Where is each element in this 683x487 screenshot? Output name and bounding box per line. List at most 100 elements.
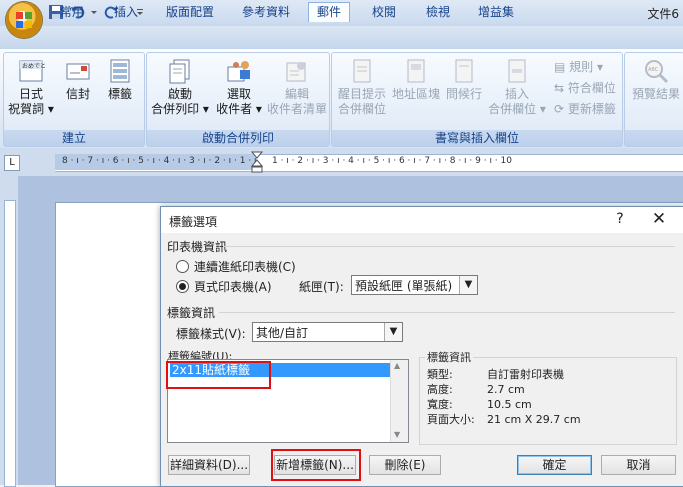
preview-results-button[interactable]: ABC 預覽結果 <box>629 57 683 102</box>
info-height-value: 2.7 cm <box>487 383 525 396</box>
group-start-mail-merge-label: 啟動合併列印 <box>147 130 329 146</box>
labels-label: 標籤 <box>107 87 132 101</box>
chevron-down-icon: ▼ <box>459 276 477 294</box>
tray-label: 紙匣(T): <box>299 280 344 294</box>
info-type-value: 自訂雷射印表機 <box>487 368 564 381</box>
highlight-merge-fields-label-2: 合併欄位 <box>337 102 386 116</box>
edit-recipient-list-label-1: 編輯 <box>284 87 309 101</box>
address-block-label: 地址區塊 <box>391 87 440 101</box>
details-button[interactable]: 詳細資料(D)... <box>168 455 250 475</box>
start-mail-merge-label-2: 合併列印 ▾ <box>151 102 209 116</box>
address-block-button[interactable]: 地址區塊 <box>390 57 442 102</box>
help-button[interactable]: ? <box>610 211 630 227</box>
tab-mailings[interactable]: 郵件 <box>308 2 351 22</box>
group-create-label: 建立 <box>4 130 144 146</box>
highlight-new-label <box>271 449 361 481</box>
label-vendor-label: 標籤樣式(V): <box>176 327 246 341</box>
vertical-ruler-track <box>4 200 16 487</box>
continuous-feed-label: 連續進紙印表機(C) <box>194 260 296 274</box>
insert-merge-field-label-2: 合併欄位 ▾ <box>488 102 546 116</box>
match-fields-button[interactable]: ⇆ 符合欄位 <box>554 80 616 96</box>
info-width-key: 寬度: <box>427 398 453 411</box>
edit-recipient-list-icon <box>286 62 306 82</box>
page-printer-radio[interactable] <box>176 280 189 293</box>
document-title: 文件6 <box>647 7 679 21</box>
update-labels-button[interactable]: ⟳ 更新標籤 <box>554 101 616 117</box>
rules-icon: ▤ <box>554 60 570 74</box>
labels-icon <box>110 59 130 83</box>
tray-select-value: 預設紙匣 (單張紙) <box>355 279 453 293</box>
dialog-title: 標籤選項 <box>169 215 218 229</box>
highlight-merge-fields-label-1: 醒目提示 <box>337 87 386 101</box>
japanese-greeting-label-1: 日式 <box>18 87 43 101</box>
envelopes-button[interactable]: 信封 <box>58 57 98 102</box>
svg-text:おめでとう: おめでとう <box>22 63 45 70</box>
labels-button[interactable]: 標籤 <box>100 57 140 102</box>
tab-page-layout[interactable]: 版面配置 <box>158 3 222 22</box>
group-create: おめでとう 日式 祝賀詞 ▾ 信封 標籤 建立 <box>3 52 145 147</box>
office-button[interactable] <box>6 2 42 38</box>
insert-merge-field-button[interactable]: 插入 合併欄位 ▾ <box>486 57 548 117</box>
preview-results-label: 預覽結果 <box>631 87 680 101</box>
greeting-line-button[interactable]: 問候行 <box>442 57 486 102</box>
select-recipients-label-1: 選取 <box>226 87 251 101</box>
insert-merge-field-label-1: 插入 <box>504 87 529 101</box>
group-preview-results-label <box>625 130 683 146</box>
tray-select[interactable]: 預設紙匣 (單張紙) ▼ <box>351 275 478 295</box>
start-mail-merge-button[interactable]: 啟動 合併列印 ▾ <box>151 57 209 117</box>
highlight-merge-fields-icon <box>353 59 371 83</box>
tab-home[interactable]: 常用 <box>52 3 92 22</box>
info-width-value: 10.5 cm <box>487 398 532 411</box>
chevron-down-icon: ▼ <box>384 323 402 341</box>
greeting-card-icon: おめでとう <box>19 60 45 82</box>
rules-button[interactable]: ▤ 規則 ▾ <box>554 59 603 75</box>
label-vendor-select[interactable]: 其他/自訂 ▼ <box>252 322 403 342</box>
ok-button[interactable]: 確定 <box>517 455 592 475</box>
edit-recipient-list-label-2: 收件者清單 <box>267 102 328 116</box>
select-recipients-button[interactable]: 選取 收件者 ▾ <box>211 57 267 117</box>
group-write-insert-fields: 醒目提示 合併欄位 地址區塊 問候行 插入 合併欄位 ▾ ▤ 規則 ▾ ⇆ 符合… <box>331 52 623 147</box>
cancel-button[interactable]: 取消 <box>601 455 676 475</box>
scroll-down-icon[interactable]: ▼ <box>394 430 400 439</box>
highlight-product-number <box>166 361 271 389</box>
printer-info-divider <box>223 246 675 247</box>
tab-view[interactable]: 檢視 <box>418 3 458 22</box>
label-options-dialog: 標籤選項 ? ✕ 印表機資訊 連續進紙印表機(C) 頁式印表機(A) 紙匣(T)… <box>160 206 683 487</box>
indent-marker-icon[interactable] <box>251 151 263 173</box>
envelope-icon <box>66 63 90 80</box>
edit-recipient-list-button[interactable]: 編輯 收件者清單 <box>267 57 327 117</box>
start-mail-merge-icon <box>169 59 190 84</box>
envelopes-label: 信封 <box>65 87 90 101</box>
ruler-right-numbers: 1 · ı · 2 · ı · 3 · ı · 4 · ı · 5 · ı · … <box>272 156 512 166</box>
page-printer-label: 頁式印表機(A) <box>194 280 272 294</box>
preview-results-icon: ABC <box>645 60 669 84</box>
list-scrollbar[interactable]: ▲ ▼ <box>390 360 408 442</box>
select-recipients-label-2: 收件者 ▾ <box>216 102 262 116</box>
label-info-divider <box>219 312 675 313</box>
tab-references[interactable]: 參考資料 <box>234 3 298 22</box>
greeting-line-icon <box>455 59 473 83</box>
insert-merge-field-icon <box>508 59 526 83</box>
tab-addins[interactable]: 增益集 <box>470 3 522 22</box>
japanese-greeting-label-2: 祝賀詞 ▾ <box>8 102 54 116</box>
greeting-line-label: 問候行 <box>445 87 482 101</box>
highlight-merge-fields-button[interactable]: 醒目提示 合併欄位 <box>336 57 388 117</box>
continuous-feed-radio[interactable] <box>176 260 189 273</box>
info-height-key: 高度: <box>427 383 453 396</box>
dialog-title-bar[interactable] <box>161 207 683 233</box>
group-preview-results: ABC 預覽結果 <box>624 52 683 147</box>
tab-review[interactable]: 校閱 <box>364 3 404 22</box>
delete-button[interactable]: 刪除(E) <box>369 455 441 475</box>
tab-stop-selector[interactable]: L <box>4 155 20 171</box>
start-mail-merge-label-1: 啟動 <box>167 87 192 101</box>
info-page-size-value: 21 cm X 29.7 cm <box>487 413 581 426</box>
close-button[interactable]: ✕ <box>647 209 671 229</box>
tab-insert[interactable]: 插入 <box>106 3 146 22</box>
group-start-mail-merge: 啟動 合併列印 ▾ 選取 收件者 ▾ 編輯 收件者清單 啟動合併列印 <box>146 52 330 147</box>
scroll-up-icon[interactable]: ▲ <box>394 361 400 370</box>
address-block-icon <box>407 59 425 83</box>
printer-info-heading: 印表機資訊 <box>167 240 228 254</box>
japanese-greeting-button[interactable]: おめでとう 日式 祝賀詞 ▾ <box>7 57 55 117</box>
info-type-key: 類型: <box>427 368 453 381</box>
ribbon-tab-bar <box>0 26 683 49</box>
